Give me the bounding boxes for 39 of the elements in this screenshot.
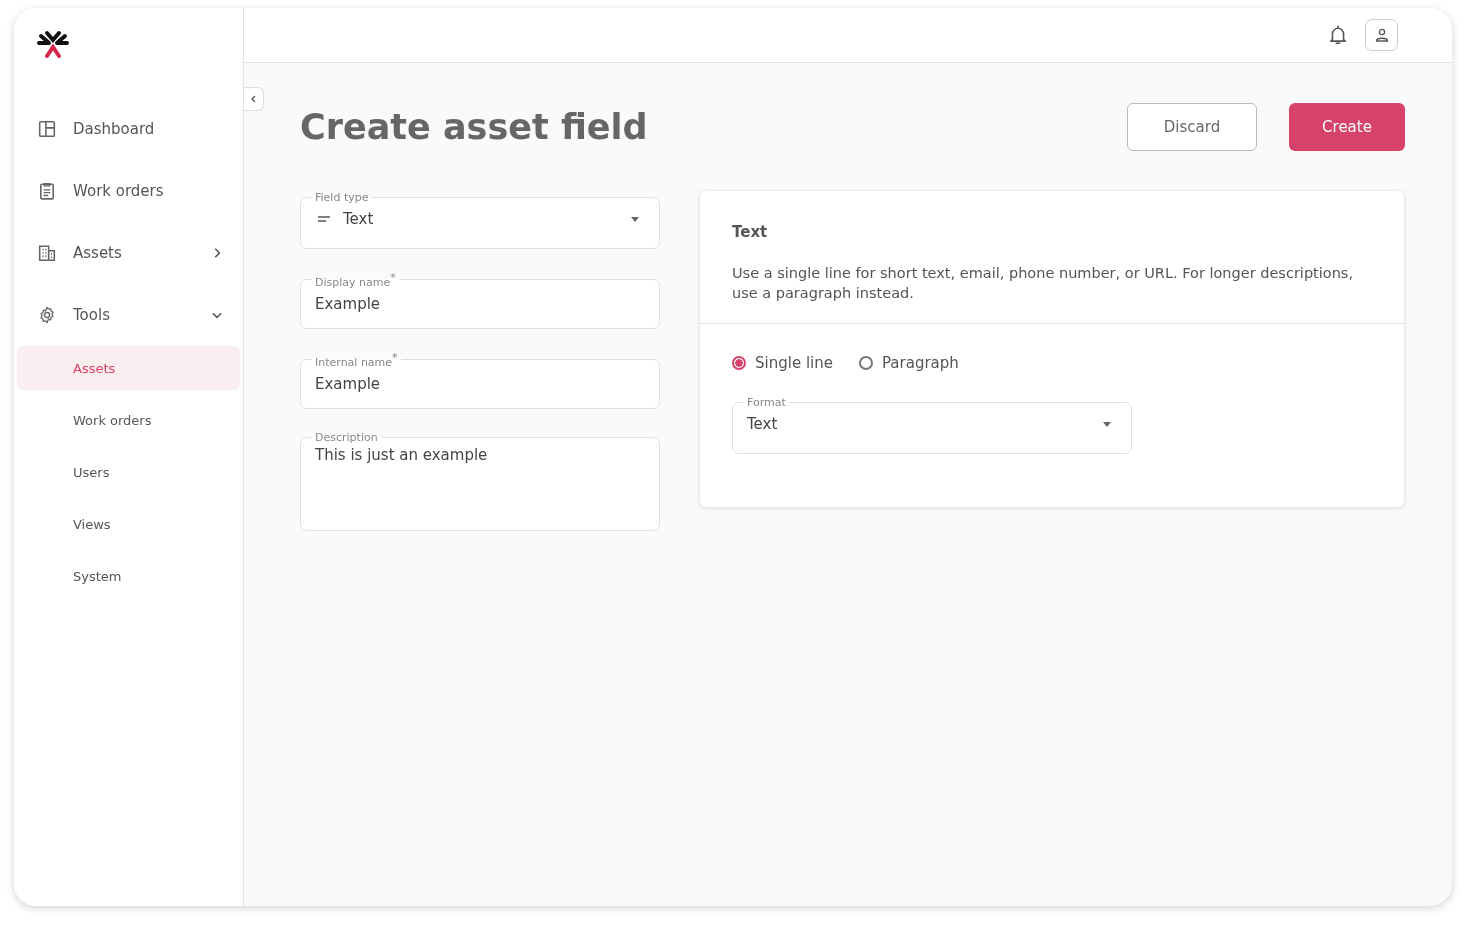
nav-subitem[interactable]: Assets [17, 346, 240, 390]
discard-button[interactable]: Discard [1127, 103, 1257, 151]
nav-subitem[interactable]: System [17, 554, 240, 598]
clipboard-icon [38, 182, 56, 200]
field-label: Description [315, 431, 378, 444]
lines-icon [317, 215, 331, 223]
settings-icon [38, 306, 56, 324]
format-select[interactable]: Format Text [732, 396, 1132, 454]
user-profile-button[interactable] [1365, 19, 1398, 51]
nav-subitem[interactable]: Views [17, 502, 240, 546]
nav-item[interactable]: Tools [14, 284, 243, 346]
nav-subitem[interactable]: Users [17, 450, 240, 494]
notification-bell-icon[interactable] [1329, 25, 1347, 45]
field-type-select[interactable]: Field type Text [300, 191, 660, 249]
page-title: Create asset field [300, 107, 648, 147]
radio-button[interactable] [858, 356, 873, 370]
radio-button[interactable] [732, 356, 746, 370]
radio-option[interactable]: Single line [732, 354, 833, 372]
logo-icon [37, 30, 69, 60]
required-mark: * [392, 351, 398, 364]
nav-item[interactable]: Assets [14, 222, 243, 284]
dropdown-caret-icon [1103, 421, 1111, 427]
field-label: Field type [315, 191, 369, 204]
dashboard-icon [38, 120, 56, 138]
required-mark: * [390, 271, 396, 284]
card-description: Use a single line for short text, email, phone number, or URL. For longer descriptions, use a paragraph instead. [732, 264, 1355, 303]
card-title: Text [732, 223, 769, 241]
field-label: Format [747, 396, 786, 409]
nav-subitem[interactable]: Work orders [17, 398, 240, 442]
nav-item[interactable]: Work orders [14, 160, 243, 222]
create-button[interactable]: Create [1289, 103, 1405, 151]
building-icon [38, 244, 56, 262]
radio-option[interactable]: Paragraph [858, 354, 959, 372]
dropdown-caret-icon [631, 216, 639, 222]
user-icon [1373, 27, 1390, 43]
field-label: Display name [315, 275, 391, 289]
field-label: Internal name [315, 355, 393, 369]
description-field[interactable]: Description This is just an example [300, 431, 660, 531]
nav-item[interactable]: Dashboard [14, 98, 243, 160]
